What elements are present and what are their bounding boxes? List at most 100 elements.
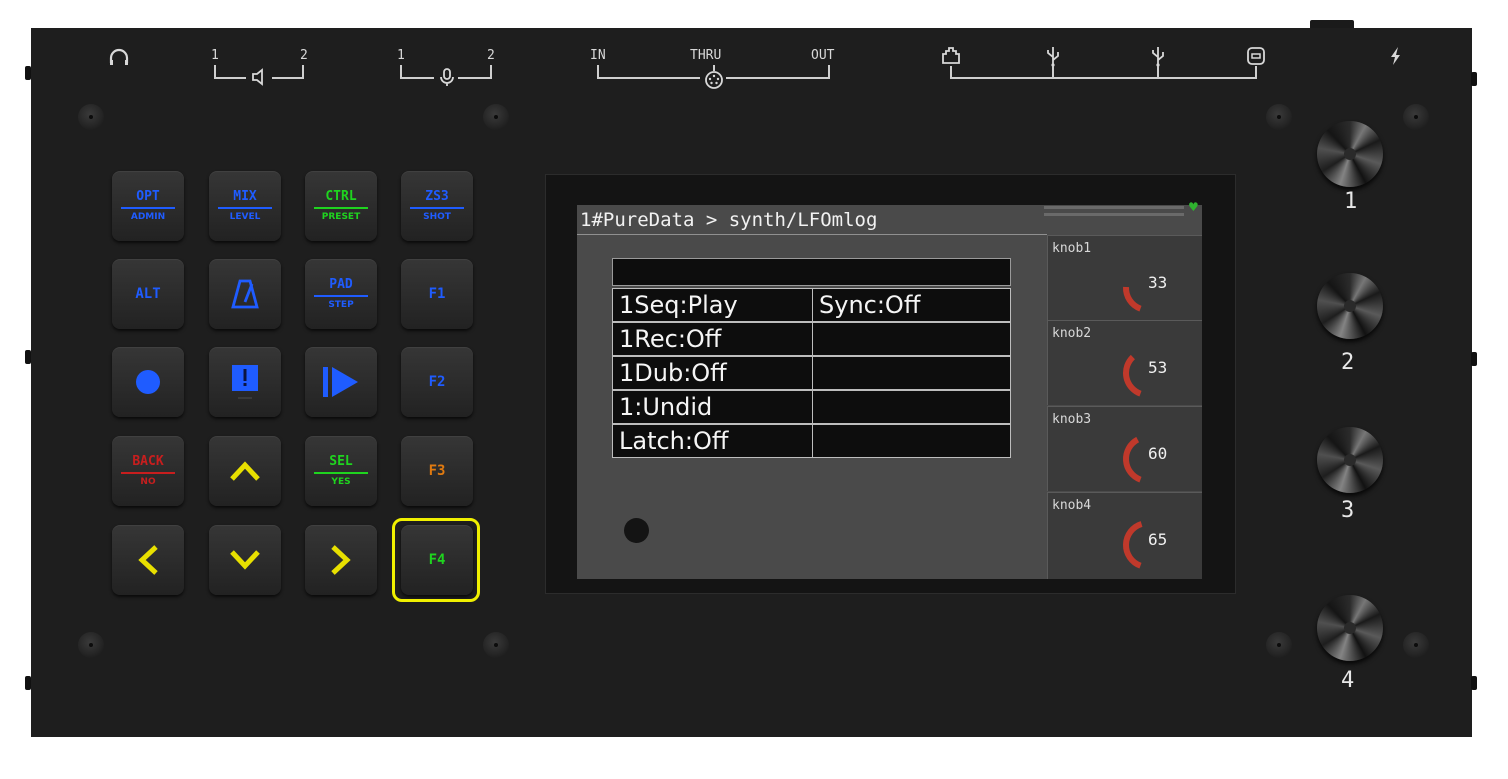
down-arrow-button[interactable] — [209, 525, 281, 595]
table-cell[interactable]: 1:Undid — [612, 390, 814, 424]
left-arrow-button[interactable] — [112, 525, 184, 595]
connector-line — [597, 77, 700, 79]
mix-level-button[interactable]: MIX LEVEL — [209, 171, 281, 241]
key-label: ALT — [135, 286, 161, 302]
encoder-1[interactable] — [1317, 121, 1383, 187]
knob-panel-1[interactable]: knob1 33 — [1047, 235, 1202, 320]
opt-admin-button[interactable]: OPT ADMIN — [112, 171, 184, 241]
speaker-icon — [252, 68, 263, 86]
up-arrow-button[interactable] — [209, 436, 281, 506]
audio-in-2-label: 2 — [487, 48, 495, 63]
knob-value: 60 — [1148, 444, 1168, 463]
table-cell[interactable]: Sync:Off — [812, 288, 1011, 322]
encoder-4-label: 4 — [1341, 668, 1355, 693]
key-divider — [218, 207, 272, 209]
audio-level-meter — [1044, 206, 1184, 209]
key-top-label: PAD — [329, 277, 353, 292]
key-top-label: MIX — [233, 189, 257, 204]
midi-out-label: OUT — [811, 48, 835, 63]
key-bottom-label: LEVEL — [229, 212, 261, 222]
midi-in-label: IN — [590, 48, 606, 63]
knob-value: 65 — [1148, 530, 1168, 549]
connector-line — [1052, 66, 1054, 79]
right-arrow-button[interactable] — [305, 525, 377, 595]
mount-ear — [25, 66, 31, 80]
table-cell[interactable] — [812, 356, 1011, 390]
usb-icon — [1152, 47, 1164, 67]
knob-name: knob3 — [1052, 412, 1092, 427]
chevron-left-icon — [138, 545, 158, 575]
table-cell[interactable]: Latch:Off — [612, 424, 814, 458]
connector-line — [458, 77, 492, 79]
metronome-button[interactable] — [209, 259, 281, 329]
f2-button[interactable]: F2 — [401, 347, 473, 417]
key-divider — [314, 472, 368, 474]
encoder-2[interactable] — [1317, 273, 1383, 339]
mount-ear — [25, 350, 31, 364]
alt-button[interactable]: ALT — [112, 259, 184, 329]
f3-button[interactable]: F3 — [401, 436, 473, 506]
knob-panel-3[interactable]: knob3 60 — [1047, 406, 1202, 491]
key-bottom-label: NO — [140, 477, 156, 487]
table-cell[interactable] — [812, 424, 1011, 458]
encoder-3[interactable] — [1317, 427, 1383, 493]
focus-highlight — [392, 518, 480, 602]
screw — [483, 104, 509, 130]
stop-button[interactable] — [209, 347, 281, 417]
f1-button[interactable]: F1 — [401, 259, 473, 329]
status-table: 1Seq:Play Sync:Off 1Rec:Off 1Dub:Off 1:U… — [612, 258, 1011, 460]
mount-ear — [1471, 352, 1477, 366]
knob-level-arc — [1123, 286, 1142, 312]
midi-thru-label: THRU — [690, 48, 722, 63]
table-cell[interactable]: 1Dub:Off — [612, 356, 814, 390]
key-divider — [121, 472, 175, 474]
key-divider — [314, 207, 368, 209]
heart-icon: ♥ — [1188, 200, 1199, 214]
key-label: F1 — [428, 286, 446, 302]
table-cell[interactable]: 1Seq:Play — [612, 288, 814, 322]
connector-line — [950, 66, 952, 79]
connector-line — [302, 65, 304, 79]
knob-name: knob4 — [1052, 498, 1092, 513]
record-button[interactable] — [112, 347, 184, 417]
back-no-button[interactable]: BACK NO — [112, 436, 184, 506]
encoder-4[interactable] — [1317, 595, 1383, 661]
key-divider — [410, 207, 464, 209]
screw — [1266, 104, 1292, 130]
knob-level-arc — [1123, 436, 1142, 483]
audio-in-1-label: 1 — [397, 48, 405, 63]
ctrl-preset-button[interactable]: CTRL PRESET — [305, 171, 377, 241]
table-cell[interactable] — [812, 390, 1011, 424]
key-divider — [314, 295, 368, 297]
key-bottom-label: STEP — [328, 300, 354, 310]
title-divider — [577, 234, 1047, 235]
screw — [78, 632, 104, 658]
encoder-2-label: 2 — [1341, 350, 1355, 375]
screw — [78, 104, 104, 130]
encoder-3-label: 3 — [1341, 498, 1355, 523]
audio-out-1-label: 1 — [211, 48, 219, 63]
connector-line — [1157, 66, 1159, 79]
chevron-down-icon — [230, 550, 260, 570]
knob-level-arc — [1123, 521, 1143, 569]
knob-panel-4[interactable]: knob4 65 — [1047, 492, 1202, 579]
encoder-1-label: 1 — [1344, 189, 1358, 214]
knob-value: 53 — [1148, 358, 1168, 377]
key-top-label: BACK — [132, 454, 164, 469]
key-label: F3 — [428, 463, 446, 479]
key-label: F2 — [428, 374, 446, 390]
stop-icon — [232, 365, 258, 399]
play-button[interactable] — [305, 347, 377, 417]
table-cell[interactable] — [812, 322, 1011, 356]
connector-line — [214, 77, 246, 79]
zs3-shot-button[interactable]: ZS3 SHOT — [401, 171, 473, 241]
metronome-icon — [231, 279, 259, 309]
knob-panel-2[interactable]: knob2 53 — [1047, 320, 1202, 405]
screen-title: 1#PureData > synth/LFOmlog — [580, 209, 878, 231]
sel-yes-button[interactable]: SEL YES — [305, 436, 377, 506]
screw — [1403, 104, 1429, 130]
table-cell[interactable]: 1Rec:Off — [612, 322, 814, 356]
microphone-icon — [440, 68, 454, 86]
mount-ear — [25, 676, 31, 690]
pad-step-button[interactable]: PAD STEP — [305, 259, 377, 329]
